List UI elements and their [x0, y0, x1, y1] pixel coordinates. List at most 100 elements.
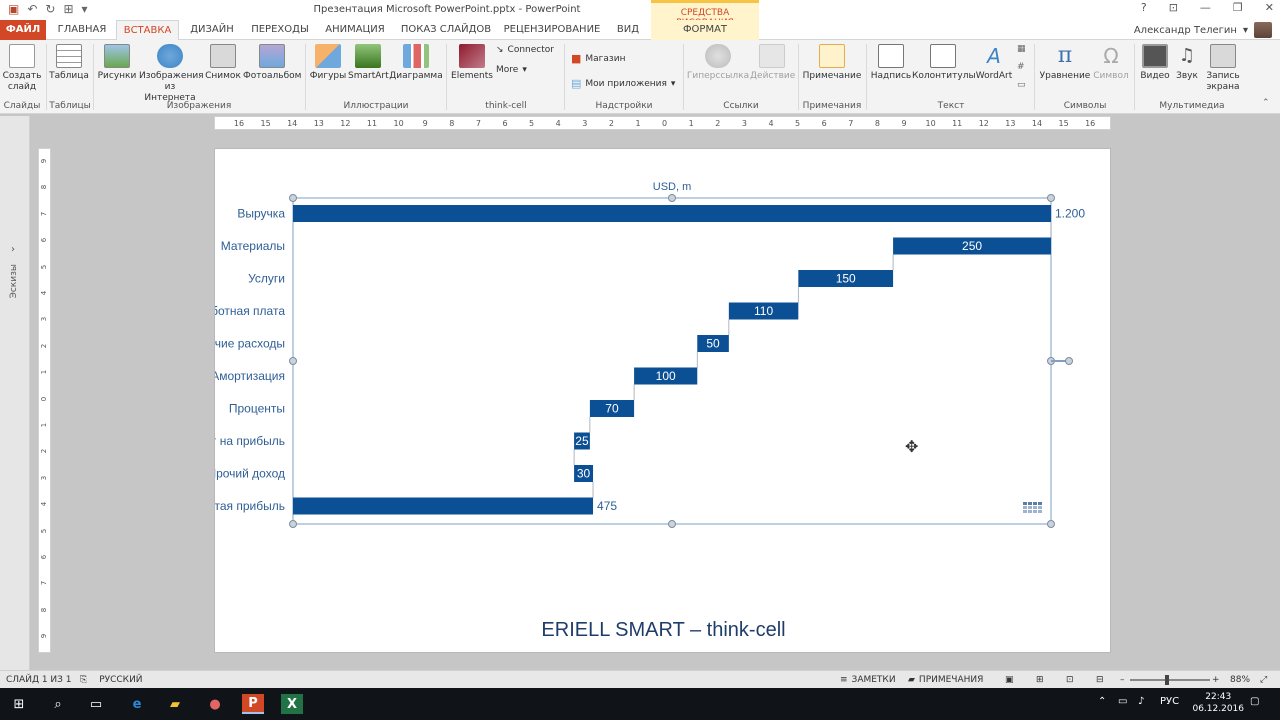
chrome-icon[interactable]: ● — [204, 694, 226, 714]
chart-category-label[interactable]: Услуги — [248, 272, 285, 286]
tab-animations[interactable]: АНИМАЦИЯ — [318, 20, 392, 40]
tab-home[interactable]: ГЛАВНАЯ — [52, 20, 112, 40]
search-icon[interactable]: ⌕ — [47, 694, 69, 714]
resize-handle[interactable] — [1047, 194, 1055, 202]
tab-review[interactable]: РЕЦЕНЗИРОВАНИЕ — [500, 20, 604, 40]
waterfall-chart[interactable]: USD, m Выручка 1.200 Материалы 250 Услуги 150 З… — [215, 149, 1112, 654]
connector-button[interactable]: ↘ Connector — [496, 45, 554, 55]
chart-category-label[interactable]: Чистая прибыль — [215, 499, 285, 513]
online-pictures-button[interactable]: Изображения из Интернета — [139, 44, 204, 104]
resize-handle[interactable] — [289, 194, 297, 202]
wordart-button[interactable]: A WordArt — [974, 44, 1014, 82]
chart-bar[interactable] — [293, 205, 1051, 222]
shapes-button[interactable]: Фигуры — [309, 44, 347, 82]
slide-sorter-button[interactable]: ⊞ — [1036, 675, 1044, 685]
tab-file[interactable]: ФАЙЛ — [0, 20, 46, 40]
tab-format[interactable]: ФОРМАТ — [651, 20, 759, 40]
zoom-in-button[interactable]: + — [1212, 675, 1220, 685]
chart-unit-label[interactable]: USD, m — [653, 181, 692, 193]
tray-chevron-icon[interactable]: ⌃ — [1098, 696, 1106, 707]
chart-data-label[interactable]: 70 — [605, 402, 619, 416]
undo-icon[interactable]: ↶ — [27, 2, 37, 16]
ribbon-display-icon[interactable]: ⊡ — [1169, 1, 1178, 14]
zoom-level[interactable]: 88% — [1230, 675, 1250, 685]
equation-button[interactable]: π Уравнение — [1038, 44, 1092, 82]
chart-category-label[interactable]: Прочий доход — [215, 467, 285, 481]
screenshot-button[interactable]: Снимок — [203, 44, 243, 82]
windows-start-icon[interactable]: ⊞ — [8, 694, 30, 714]
tab-design[interactable]: ДИЗАЙН — [183, 20, 241, 40]
tab-view[interactable]: ВИД — [610, 20, 646, 40]
file-explorer-icon[interactable]: ▰ — [164, 694, 186, 714]
chart-data-label[interactable]: 30 — [577, 467, 591, 481]
store-button[interactable]: ■ Магазин — [571, 52, 625, 65]
normal-view-button[interactable]: ▣ — [1005, 675, 1014, 685]
chart-data-label[interactable]: 50 — [706, 337, 720, 351]
smartart-button[interactable]: SmartArt — [348, 44, 389, 82]
tab-transitions[interactable]: ПЕРЕХОДЫ — [247, 20, 313, 40]
reading-view-button[interactable]: ⊡ — [1066, 675, 1074, 685]
video-button[interactable]: Видео — [1138, 44, 1172, 82]
tab-insert[interactable]: ВСТАВКА — [116, 20, 179, 41]
volume-icon[interactable]: ♪ — [1138, 696, 1144, 707]
chart-data-label[interactable]: 150 — [836, 272, 856, 286]
chart-data-label[interactable]: 1.200 — [1055, 207, 1085, 221]
excel-taskbar-icon[interactable]: X — [281, 694, 303, 714]
zoom-slider-handle[interactable] — [1165, 675, 1169, 685]
input-language[interactable]: РУС — [1160, 696, 1179, 707]
user-account[interactable]: Александр Телегин ▾ — [1134, 22, 1272, 38]
task-view-icon[interactable]: ▭ — [85, 694, 107, 714]
slide-number-icon[interactable]: # — [1017, 62, 1025, 72]
symbol-button[interactable]: Ω Символ — [1092, 44, 1130, 82]
slide-canvas[interactable]: USD, m Выручка 1.200 Материалы 250 Услуги 150 З… — [214, 148, 1111, 653]
chart-category-label[interactable]: Выручка — [237, 207, 285, 221]
thinkcell-elements-button[interactable]: Elements — [450, 44, 494, 82]
header-footer-button[interactable]: Колонтитулы — [912, 44, 976, 82]
save-icon[interactable]: ▣ — [8, 2, 19, 16]
comment-button[interactable]: Примечание — [801, 44, 863, 82]
present-from-start-icon[interactable]: ⊞ — [63, 2, 73, 16]
notes-button[interactable]: ≡ ЗАМЕТКИ — [840, 675, 896, 685]
redo-icon[interactable]: ↻ — [45, 2, 55, 16]
chart-data-label[interactable]: 110 — [754, 304, 773, 318]
system-clock[interactable]: 22:43 06.12.2016 — [1192, 691, 1244, 715]
network-icon[interactable]: ▭ — [1118, 696, 1127, 707]
language-indicator[interactable]: ⎘ РУССКИЙ — [80, 675, 143, 685]
edge-icon[interactable]: e — [126, 694, 148, 714]
pictures-button[interactable]: Рисунки — [97, 44, 137, 82]
fit-slide-button[interactable]: ⤢ — [1260, 675, 1267, 685]
zoom-out-button[interactable]: – — [1120, 675, 1125, 685]
hyperlink-button[interactable]: Гиперссылка — [686, 44, 750, 82]
customize-qat-icon[interactable]: ▾ — [82, 2, 88, 16]
resize-handle[interactable] — [289, 357, 297, 365]
chart-extend-handle-knob[interactable] — [1065, 357, 1073, 365]
object-icon[interactable]: ▭ — [1017, 80, 1026, 90]
photo-album-button[interactable]: Фотоальбом — [243, 44, 301, 82]
chart-category-label[interactable]: Заработная плата — [215, 304, 285, 318]
action-button[interactable]: Действие — [750, 44, 795, 82]
zoom-slider-track[interactable] — [1130, 679, 1210, 681]
tab-slide-show[interactable]: ПОКАЗ СЛАЙДОВ — [398, 20, 494, 40]
date-time-icon[interactable]: ▦ — [1017, 44, 1026, 54]
more-button[interactable]: More ▾ — [496, 65, 527, 75]
chart-category-label[interactable]: Налог на прибыль — [215, 434, 285, 448]
resize-handle[interactable] — [1047, 520, 1055, 528]
chart-button[interactable]: Диаграмма — [389, 44, 443, 82]
chart-category-label[interactable]: Материалы — [221, 239, 285, 253]
slide-title[interactable]: ERIELL SMART – think-cell — [215, 619, 1112, 642]
notifications-icon[interactable]: ▢ — [1250, 696, 1259, 707]
chart-data-label[interactable]: 100 — [656, 369, 676, 383]
my-apps-button[interactable]: ▤ Мои приложения ▾ — [571, 77, 675, 90]
slideshow-button[interactable]: ⊟ — [1096, 675, 1104, 685]
resize-handle[interactable] — [668, 520, 676, 528]
restore-button[interactable]: ❐ — [1233, 1, 1243, 14]
chart-category-label[interactable]: Амортизация — [215, 369, 285, 383]
minimize-button[interactable]: — — [1200, 1, 1211, 14]
datasheet-icon[interactable] — [1023, 502, 1042, 513]
screen-recording-button[interactable]: Запись экрана — [1203, 44, 1243, 93]
move-cursor-icon[interactable]: ✥ — [905, 437, 918, 456]
chart-data-label[interactable]: 25 — [575, 434, 589, 448]
powerpoint-taskbar-icon[interactable]: P — [242, 694, 264, 714]
chart-data-label[interactable]: 475 — [597, 499, 617, 513]
chart-category-label[interactable]: Проценты — [229, 402, 285, 416]
